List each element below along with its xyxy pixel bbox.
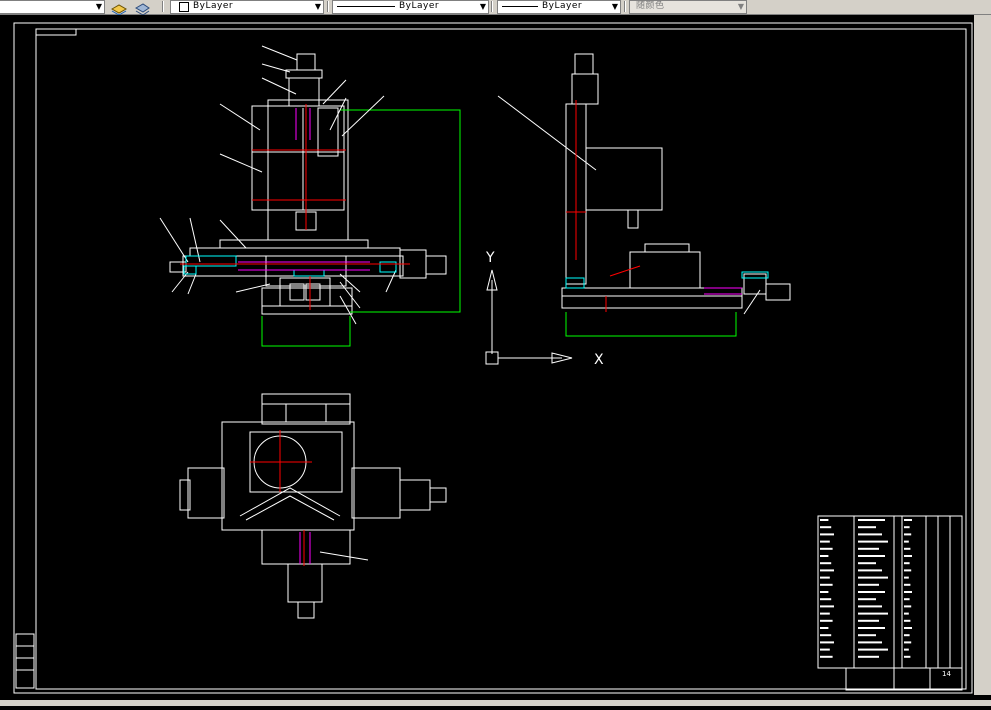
parts-list-row-mark xyxy=(858,526,876,529)
chevron-down-icon: ▼ xyxy=(737,2,744,11)
parts-list-row-mark xyxy=(858,619,879,622)
parts-list xyxy=(817,515,963,691)
linetype-preview xyxy=(337,6,395,7)
chevron-down-icon: ▼ xyxy=(314,2,321,11)
top-view xyxy=(179,393,447,619)
parts-list-row-mark xyxy=(858,641,882,644)
title-block-text: 14 xyxy=(942,670,951,678)
parts-list-row-mark xyxy=(858,547,879,550)
ucs-x-label: X xyxy=(594,352,604,368)
parts-list-row-mark xyxy=(820,569,834,572)
parts-list-row-mark xyxy=(904,612,909,615)
parts-list-row-mark xyxy=(858,555,885,557)
parts-list-row-mark xyxy=(820,598,832,601)
parts-list-row-mark xyxy=(858,612,888,615)
parts-list-row-mark xyxy=(858,519,885,521)
parts-list-row-mark xyxy=(820,583,833,586)
parts-list-row-mark xyxy=(904,576,909,579)
parts-list-row-mark xyxy=(820,526,832,529)
parts-list-row-mark xyxy=(820,519,829,521)
layer-dropdown[interactable]: ▼ xyxy=(0,0,105,14)
parts-list-row-mark xyxy=(820,612,830,615)
parts-list-row-mark xyxy=(820,540,830,543)
plotstyle-dropdown[interactable]: 随颜色 ▼ xyxy=(629,0,747,14)
revision-block xyxy=(15,633,35,689)
parts-list-row-mark xyxy=(820,547,833,550)
parts-list-row-mark xyxy=(820,591,829,593)
drawing-canvas[interactable]: X Y 14 xyxy=(0,15,991,706)
color-dropdown[interactable]: ByLayer ▼ xyxy=(170,0,324,14)
layer-previous-icon[interactable] xyxy=(134,0,150,16)
parts-list-row-mark xyxy=(820,576,830,579)
parts-list-row-mark xyxy=(904,540,909,543)
parts-list-row-mark xyxy=(904,583,911,586)
parts-list-row-mark xyxy=(858,634,876,637)
parts-list-row-mark xyxy=(904,627,912,629)
layer-state-icon[interactable] xyxy=(110,0,128,16)
color-swatch xyxy=(179,2,189,12)
sheet-corner-tag xyxy=(35,28,77,36)
ucs-y-label: Y xyxy=(485,250,495,266)
chevron-down-icon: ▼ xyxy=(479,2,486,11)
linetype-dropdown-value: ByLayer xyxy=(399,1,440,11)
parts-list-row-mark xyxy=(904,605,912,608)
parts-list-row-mark xyxy=(820,562,832,565)
ucs-icon xyxy=(485,269,573,365)
toolbar-separator xyxy=(327,1,329,12)
parts-list-row-mark xyxy=(858,562,876,565)
parts-list-row-mark xyxy=(820,655,833,658)
parts-list-row-mark xyxy=(904,591,912,593)
parts-list-row-mark xyxy=(904,598,910,601)
parts-list-row-mark xyxy=(904,547,911,550)
parts-list-row-mark xyxy=(820,641,834,644)
parts-list-row-mark xyxy=(820,619,833,622)
parts-list-row-mark xyxy=(858,533,882,536)
parts-list-row-mark xyxy=(858,540,888,543)
parts-list-row-mark xyxy=(820,627,829,629)
parts-list-row-mark xyxy=(858,591,885,593)
parts-list-row-mark xyxy=(858,605,882,608)
parts-list-row-mark xyxy=(858,569,882,572)
lineweight-preview xyxy=(502,6,538,7)
parts-list-row-mark xyxy=(858,583,879,586)
cad-drawing: X Y 14 xyxy=(13,22,973,694)
parts-list-row-mark xyxy=(904,533,912,536)
parts-list-row-mark xyxy=(904,634,910,637)
parts-list-row-mark xyxy=(820,605,834,608)
color-dropdown-value: ByLayer xyxy=(193,1,234,11)
parts-list-row-mark xyxy=(858,648,888,651)
parts-list-row-mark xyxy=(904,619,911,622)
parts-list-row-mark xyxy=(904,655,911,658)
toolbar-separator xyxy=(491,1,493,12)
vertical-scrollbar[interactable] xyxy=(974,15,991,695)
toolbar-separator xyxy=(162,1,164,12)
parts-list-row-mark xyxy=(820,533,834,536)
parts-list-row-mark xyxy=(904,562,910,565)
lineweight-dropdown-value: ByLayer xyxy=(542,1,583,11)
parts-list-row-mark xyxy=(904,641,912,644)
parts-list-row-mark xyxy=(904,569,912,572)
horizontal-scrollbar[interactable] xyxy=(0,700,991,706)
parts-list-row-mark xyxy=(820,555,829,557)
plotstyle-dropdown-value: 随颜色 xyxy=(636,1,665,11)
parts-list-row-mark xyxy=(820,648,830,651)
side-view xyxy=(497,53,791,337)
sheet-inner-border xyxy=(35,28,967,690)
properties-toolbar: ▼ ByLayer ▼ ByLayer ▼ ByLayer ▼ 随颜色 ▼ xyxy=(0,0,991,16)
chevron-down-icon: ▼ xyxy=(95,2,102,11)
parts-list-row-mark xyxy=(858,627,885,629)
parts-list-row-mark xyxy=(904,519,912,521)
lineweight-dropdown[interactable]: ByLayer ▼ xyxy=(497,0,621,14)
parts-list-row-mark xyxy=(820,634,832,637)
parts-list-row-mark xyxy=(858,576,888,579)
chevron-down-icon: ▼ xyxy=(611,2,618,11)
parts-list-row-mark xyxy=(904,555,912,557)
parts-list-rows xyxy=(820,519,912,658)
parts-list-row-mark xyxy=(858,655,879,658)
linetype-dropdown[interactable]: ByLayer ▼ xyxy=(332,0,489,14)
parts-list-row-mark xyxy=(858,598,876,601)
parts-list-row-mark xyxy=(904,526,910,529)
parts-list-row-mark xyxy=(904,648,909,651)
toolbar-separator xyxy=(624,1,626,12)
